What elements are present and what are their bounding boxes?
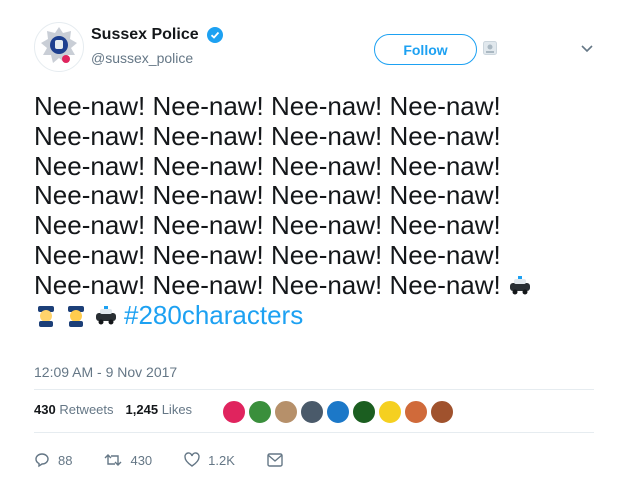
- police-officer-icon: [68, 305, 84, 327]
- avatar[interactable]: [300, 400, 324, 424]
- reply-count: 88: [58, 452, 73, 468]
- tweet-body: Nee-naw! Nee-naw! Nee-naw! Nee-naw! Nee-…: [34, 91, 501, 300]
- avatar[interactable]: [34, 22, 84, 72]
- engagement-stats: 430 Retweets 1,245 Likes: [34, 402, 192, 417]
- woman-police-officer-icon: [38, 305, 54, 327]
- direct-message-button[interactable]: [267, 453, 283, 467]
- divider: [34, 432, 594, 433]
- likes-label: Likes: [161, 402, 193, 417]
- liker-avatars: [222, 400, 454, 424]
- like-button[interactable]: 1.2K: [184, 452, 235, 468]
- police-car-icon: [96, 305, 116, 325]
- tweet-header: Sussex Police @sussex_police Follow: [34, 16, 604, 76]
- avatar[interactable]: [222, 400, 246, 424]
- likes-stat[interactable]: 1,245 Likes: [126, 402, 193, 417]
- divider: [34, 389, 594, 390]
- heart-icon: [184, 452, 200, 467]
- retweet-count: 430: [130, 452, 153, 468]
- chevron-down-icon[interactable]: [580, 44, 594, 54]
- avatar[interactable]: [326, 400, 350, 424]
- like-count: 1.2K: [208, 452, 235, 468]
- avatar[interactable]: [404, 400, 428, 424]
- user-icon[interactable]: [483, 41, 497, 55]
- follow-button[interactable]: Follow: [374, 34, 477, 65]
- verified-badge-icon: [207, 27, 224, 43]
- retweets-count: 430: [34, 402, 56, 417]
- tweet-text: Nee-naw! Nee-naw! Nee-naw! Nee-naw! Nee-…: [34, 91, 590, 330]
- police-car-icon: [510, 275, 530, 295]
- handle[interactable]: @sussex_police: [91, 50, 223, 66]
- police-badge-icon: [41, 27, 77, 63]
- retweets-stat[interactable]: 430 Retweets: [34, 402, 114, 417]
- reply-button[interactable]: 88: [34, 452, 72, 468]
- reply-icon: [35, 453, 49, 468]
- avatar[interactable]: [274, 400, 298, 424]
- retweet-button[interactable]: 430: [104, 452, 152, 468]
- hashtag-link[interactable]: #280characters: [124, 300, 303, 330]
- retweets-label: Retweets: [59, 402, 114, 417]
- tweet-actions: 88 430 1.2K: [34, 452, 315, 468]
- avatar[interactable]: [352, 400, 376, 424]
- likes-count: 1,245: [125, 402, 159, 417]
- avatar[interactable]: [378, 400, 402, 424]
- avatar[interactable]: [430, 400, 454, 424]
- envelope-icon: [267, 453, 283, 467]
- retweet-icon: [104, 454, 122, 466]
- avatar[interactable]: [248, 400, 272, 424]
- tweet-timestamp[interactable]: 12:09 AM - 9 Nov 2017: [34, 364, 177, 380]
- display-name[interactable]: Sussex Police: [91, 26, 199, 44]
